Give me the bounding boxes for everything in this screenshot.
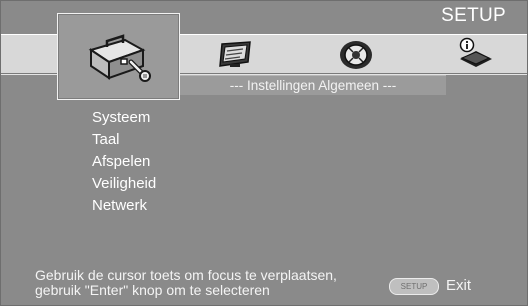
display-icon: [219, 41, 251, 67]
setup-screen: SETUP --- Instellingen Algemeen --- Syst…: [0, 0, 528, 306]
tab-general-settings[interactable]: [57, 13, 180, 100]
hint-line-1: Gebruik de cursor toets om focus te verp…: [35, 267, 337, 283]
tab-information[interactable]: [456, 37, 494, 71]
settings-menu: Systeem Taal Afspelen Veiligheid Netwerk: [92, 109, 156, 219]
section-title: --- Instellingen Algemeen ---: [229, 78, 397, 93]
setup-button-badge: SETUP: [389, 278, 439, 295]
info-book-icon: [459, 37, 492, 67]
hint-line-2: gebruik "Enter" knop om te selecteren: [35, 282, 270, 298]
menu-item-afspelen[interactable]: Afspelen: [92, 153, 156, 175]
menu-item-netwerk[interactable]: Netwerk: [92, 197, 156, 219]
menu-item-veiligheid[interactable]: Veiligheid: [92, 175, 156, 197]
section-header: --- Instellingen Algemeen ---: [180, 75, 446, 95]
tab-audio[interactable]: [337, 39, 375, 71]
tab-display[interactable]: [216, 40, 254, 70]
menu-item-systeem[interactable]: Systeem: [92, 109, 156, 131]
toolbox-wrench-icon: [88, 34, 151, 82]
navigation-hint: Gebruik de cursor toets om focus te verp…: [35, 268, 337, 298]
exit-label: Exit: [446, 277, 472, 294]
audio-dial-icon: [340, 41, 372, 69]
setup-title: SETUP: [441, 5, 506, 26]
menu-item-taal[interactable]: Taal: [92, 131, 156, 153]
